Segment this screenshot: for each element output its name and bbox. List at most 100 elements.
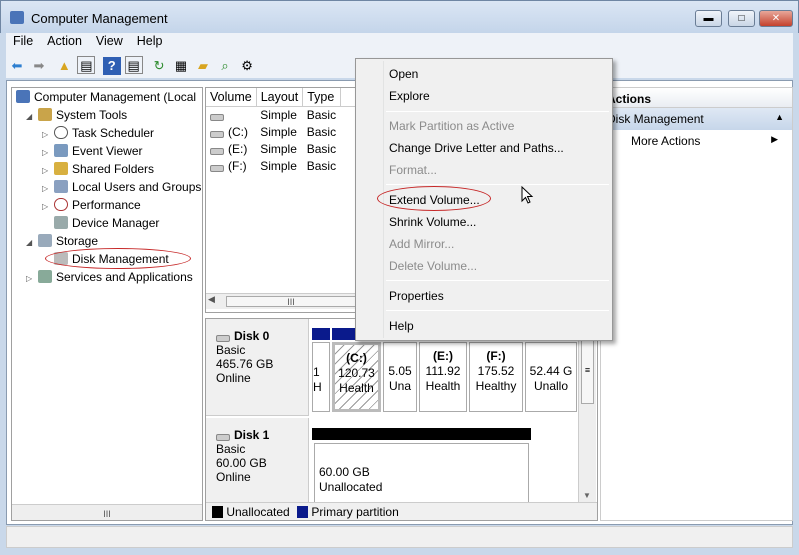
drive-icon — [210, 131, 224, 138]
disk-icon — [216, 335, 230, 342]
show-hide-action-icon[interactable]: ▤ — [124, 56, 143, 74]
scroll-down-icon[interactable]: ▼ — [583, 491, 591, 500]
open-icon[interactable]: ▰ — [194, 57, 212, 75]
scroll-thumb[interactable]: III — [226, 296, 356, 307]
drive-icon — [210, 114, 224, 122]
services-icon — [38, 270, 52, 283]
column-layout[interactable]: Layout — [256, 88, 304, 107]
legend: Unallocated Primary partition — [206, 502, 597, 520]
title-bar: Computer Management ▬ □ ✕ — [0, 0, 799, 33]
partition-bar — [312, 428, 531, 440]
menu-item-help[interactable]: Help — [389, 319, 414, 333]
tree-device-manager[interactable]: Device Manager — [12, 214, 202, 232]
minimize-button[interactable]: ▬ — [695, 10, 722, 27]
menu-item-add-mirror[interactable]: Add Mirror... — [389, 237, 454, 251]
column-volume[interactable]: Volume — [206, 88, 257, 107]
disk-graphical-view: Disk 0 Basic 465.76 GB Online 1H (C:) 120.7… — [205, 318, 598, 521]
menu-item-delete-volume[interactable]: Delete Volume... — [389, 259, 477, 273]
disk-1-partitions: 60.00 GB Unallocated — [312, 428, 532, 503]
tree-root[interactable]: Computer Management (Local — [12, 88, 202, 106]
tree-local-users[interactable]: ▷ Local Users and Groups — [12, 178, 202, 196]
menu-separator — [386, 111, 609, 112]
menu-item-mark-active[interactable]: Mark Partition as Active — [389, 119, 514, 133]
tree-performance[interactable]: ▷ Performance — [12, 196, 202, 214]
highlight-ellipse — [45, 248, 191, 269]
back-icon[interactable]: ⬅ — [8, 57, 26, 75]
partition-unallocated-1[interactable]: 5.05 Una — [383, 342, 417, 412]
computer-management-icon — [10, 11, 24, 24]
actions-header: Actions — [601, 88, 792, 108]
storage-icon — [38, 234, 52, 247]
disk-0-partitions: 1H (C:) 120.73 Health 5.05 Una (E:) 111.92 He… — [312, 328, 577, 416]
partition-system[interactable]: 1H — [312, 342, 330, 412]
collapsed-arrow-icon[interactable]: ▷ — [26, 270, 38, 288]
menu-item-properties[interactable]: Properties — [389, 289, 444, 303]
shared-folder-icon — [54, 162, 68, 175]
menu-view[interactable]: View — [89, 33, 130, 49]
menu-item-change-drive-letter[interactable]: Change Drive Letter and Paths... — [389, 141, 564, 155]
status-bar — [6, 526, 793, 548]
menu-item-shrink-volume[interactable]: Shrink Volume... — [389, 215, 476, 229]
tree-task-scheduler[interactable]: ▷ Task Scheduler — [12, 124, 202, 142]
menu-item-format[interactable]: Format... — [389, 163, 437, 177]
disk-0-info[interactable]: Disk 0 Basic 465.76 GB Online — [206, 319, 309, 416]
menu-separator — [386, 184, 609, 185]
tree-shared-folders[interactable]: ▷ Shared Folders — [12, 160, 202, 178]
search-icon[interactable]: ⌕ — [216, 57, 234, 75]
menu-help[interactable]: Help — [130, 33, 170, 49]
actions-pane: Actions Disk Management ▲ More Actions ▶ — [600, 87, 793, 521]
tree-event-viewer[interactable]: ▷ Event Viewer — [12, 142, 202, 160]
menu-bar: File Action View Help — [6, 33, 793, 53]
window-title: Computer Management — [31, 11, 168, 26]
submenu-arrow-icon: ▶ — [771, 134, 778, 144]
menu-item-explore[interactable]: Explore — [389, 89, 430, 103]
clock-icon — [54, 126, 68, 139]
up-icon[interactable]: ▲ — [55, 57, 73, 75]
partition-f[interactable]: (F:) 175.52 Healthy — [469, 342, 523, 412]
forward-icon[interactable]: ➡ — [30, 57, 48, 75]
actions-section-disk-management[interactable]: Disk Management ▲ — [601, 108, 792, 130]
console-tree: Computer Management (Local ◢ System Tools… — [11, 87, 203, 521]
event-viewer-icon — [54, 144, 68, 157]
menu-action[interactable]: Action — [40, 33, 89, 49]
drive-icon — [210, 165, 224, 172]
disk-icon — [216, 434, 230, 441]
partition-c[interactable]: (C:) 120.73 Health — [332, 342, 381, 412]
context-menu: Open Explore Mark Partition as Active Ch… — [355, 58, 613, 341]
close-button[interactable]: ✕ — [759, 10, 793, 27]
volume-list-scrollbar[interactable]: ◀ III — [206, 293, 356, 309]
performance-icon — [54, 198, 68, 211]
scroll-thumb[interactable]: III — [103, 509, 111, 519]
partition-disk1-unallocated[interactable]: 60.00 GB Unallocated — [314, 443, 529, 503]
menu-file[interactable]: File — [6, 33, 40, 49]
tree-disk-management[interactable]: Disk Management — [12, 248, 202, 269]
show-hide-tree-icon[interactable]: ▤ — [77, 56, 96, 74]
expanded-arrow-icon[interactable]: ◢ — [26, 108, 38, 126]
collapse-icon[interactable]: ▲ — [775, 112, 784, 122]
scroll-left-icon[interactable]: ◀ — [208, 294, 215, 305]
partition-e[interactable]: (E:) 111.92 Health — [419, 342, 467, 412]
tree-services[interactable]: ▷ Services and Applications — [12, 268, 202, 286]
more-actions[interactable]: More Actions ▶ — [601, 130, 792, 152]
drive-icon — [210, 148, 224, 155]
computer-icon — [16, 90, 30, 103]
menu-item-open[interactable]: Open — [389, 67, 418, 81]
partition-unallocated-2[interactable]: 52.44 G Unallo — [525, 342, 577, 412]
disk-1-info[interactable]: Disk 1 Basic 60.00 GB Online — [206, 418, 309, 502]
maximize-button[interactable]: □ — [728, 10, 755, 27]
users-icon — [54, 180, 68, 193]
legend-primary-swatch — [297, 506, 309, 518]
settings-icon[interactable]: ⚙ — [238, 57, 256, 75]
disk-view-scrollbar[interactable]: ≡ ▼ — [578, 319, 596, 502]
collapsed-arrow-icon[interactable]: ▷ — [42, 198, 54, 216]
legend-unallocated-swatch — [212, 506, 223, 518]
help-icon[interactable]: ? — [102, 57, 121, 75]
properties-icon[interactable]: ▦ — [172, 57, 190, 75]
scroll-thumb[interactable]: ≡ — [581, 339, 594, 404]
tools-icon — [38, 108, 52, 121]
tree-system-tools[interactable]: ◢ System Tools — [12, 106, 202, 124]
column-type[interactable]: Type — [302, 88, 341, 107]
device-manager-icon — [54, 216, 68, 229]
refresh-icon[interactable]: ↻ — [150, 57, 168, 75]
tree-horizontal-scrollbar[interactable]: III — [12, 504, 202, 520]
